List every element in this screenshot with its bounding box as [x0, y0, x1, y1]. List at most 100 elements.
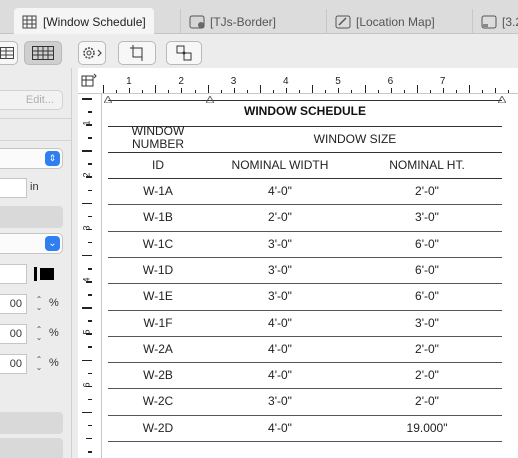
percent-field-c[interactable]: 00 — [0, 354, 27, 374]
drawing-icon — [335, 15, 351, 28]
ruler-left: 1 2 3 4 5 6 — [78, 94, 102, 458]
app-window: [Window Schedule] [TJs-Border] [Location… — [0, 0, 518, 458]
settings-menu-button[interactable] — [78, 41, 106, 65]
ruler-tick — [103, 85, 104, 93]
table-rule — [108, 256, 502, 258]
cell-nominal-width: 2'-0" — [268, 210, 292, 225]
stepper-c[interactable]: ⌃ ⌄ — [33, 354, 45, 374]
ruler-tick — [129, 88, 131, 93]
cell-id: W-2C — [142, 394, 174, 409]
cell-id: W-1E — [143, 289, 173, 304]
cell-nominal-height: 6'-0" — [415, 262, 439, 277]
ruler-tick — [88, 424, 92, 427]
ruler-tick — [273, 90, 274, 93]
disabled-bar — [0, 412, 63, 434]
table-rule — [108, 100, 502, 101]
percent-field-a[interactable]: 00 — [0, 294, 27, 314]
ruler-tick — [364, 85, 366, 93]
ruler-tick — [82, 254, 92, 257]
color-swatch[interactable] — [34, 265, 62, 283]
style-select[interactable]: ⌄ — [0, 233, 63, 254]
info-box-panel: Edit... ⇕ in ⌄ 00 ⌃ ⌄ % 00 ⌃ ⌄ % 00 ⌃ ⌄ % — [0, 68, 72, 458]
arrange-button[interactable] — [118, 41, 156, 65]
distribute-button[interactable] — [166, 41, 202, 65]
edit-button[interactable]: Edit... — [0, 90, 63, 110]
schedule-canvas[interactable]: 1 2 3 4 5 6 7 1 2 3 4 5 6 WINDOW SCHEDULE WINDOW NU… — [78, 68, 518, 458]
percent-field-b[interactable]: 00 — [0, 324, 27, 344]
ruler-tick — [88, 111, 92, 113]
ruler-label: 4 — [283, 76, 289, 87]
ruler-label: 5 — [81, 329, 92, 335]
tab-label: [3.2 — [502, 14, 518, 29]
ruler-tick — [86, 437, 92, 440]
ruler-tick — [82, 202, 92, 205]
ruler-origin-icon[interactable] — [80, 72, 98, 90]
ruler-label: 5 — [335, 76, 341, 87]
schedule-title: WINDOW SCHEDULE — [244, 104, 366, 118]
table-rule — [108, 230, 502, 232]
ruler-tick — [286, 88, 287, 93]
ruler-tick — [508, 90, 510, 93]
ruler-tick — [82, 411, 92, 414]
table-rule — [108, 152, 502, 153]
ruler-tick — [416, 85, 418, 93]
layout-icon — [189, 15, 205, 28]
cell-nominal-height: 3'-0" — [415, 315, 439, 330]
type-select[interactable]: ⇕ — [0, 148, 63, 169]
ruler-label: 6 — [387, 76, 394, 87]
tab-window-schedule[interactable]: [Window Schedule] — [14, 8, 154, 35]
ruler-tick — [495, 88, 497, 93]
layout-icon — [481, 15, 497, 28]
panel-divider — [0, 118, 72, 119]
cell-nominal-width: 4'-0" — [268, 184, 292, 198]
header-nominal-width: NOMINAL WIDTH — [231, 158, 329, 172]
cell-id: W-1F — [143, 315, 173, 330]
ruler-tick — [207, 85, 209, 93]
ruler-label: 3 — [230, 76, 237, 87]
ruler-tick — [82, 307, 92, 309]
cell-id: W-2B — [143, 368, 173, 383]
ruler-label: 1 — [81, 120, 92, 126]
cell-nominal-width: 3'-0" — [268, 262, 292, 277]
disabled-bar — [0, 438, 63, 458]
cell-nominal-width: 4'-0" — [268, 315, 292, 330]
ruler-tick — [88, 320, 92, 322]
cell-nominal-height: 6'-0" — [415, 289, 439, 304]
stepper-a[interactable]: ⌃ ⌄ — [33, 294, 45, 314]
distribute-icon — [176, 45, 192, 61]
ruler-tick — [442, 88, 444, 93]
ruler-tick — [299, 90, 301, 93]
table-rule — [108, 362, 502, 364]
cell-nominal-width: 4'-0" — [268, 420, 292, 435]
toolbar — [0, 34, 518, 68]
pen-bar-icon — [34, 267, 37, 281]
ruler-tick — [482, 90, 484, 93]
ruler-label: 2 — [178, 76, 184, 87]
tab-location-map[interactable]: [Location Map] — [326, 9, 460, 34]
table-view-button[interactable] — [24, 41, 62, 65]
cell-nominal-width: 3'-0" — [268, 394, 292, 409]
table-rule — [108, 441, 502, 442]
ruler-tick — [168, 90, 170, 93]
panel-divider — [0, 140, 72, 141]
tab-3-2[interactable]: [3.2 — [472, 9, 518, 34]
ruler-tick — [142, 90, 144, 93]
ruler-tick — [82, 150, 92, 152]
list-view-button[interactable] — [0, 41, 18, 65]
ruler-tick — [338, 88, 340, 93]
percent-unit: % — [49, 357, 59, 369]
size-field[interactable] — [0, 178, 27, 198]
ruler-tick — [88, 398, 92, 401]
tab-tjs-border[interactable]: [TJs-Border] — [180, 9, 306, 34]
tab-bar: [Window Schedule] [TJs-Border] [Location… — [0, 0, 518, 35]
header-line: NUMBER — [131, 137, 184, 151]
cell-id: W-1D — [142, 262, 174, 277]
ruler-tick — [155, 85, 157, 93]
stepper-b[interactable]: ⌃ ⌄ — [33, 324, 45, 344]
cell-nominal-width: 4'-0" — [268, 341, 292, 356]
cell-id: W-1A — [143, 184, 173, 198]
ruler-tick — [351, 90, 353, 93]
arrange-icon — [130, 45, 143, 61]
pen-field[interactable] — [0, 264, 27, 284]
tab-label: [TJs-Border] — [210, 14, 277, 29]
